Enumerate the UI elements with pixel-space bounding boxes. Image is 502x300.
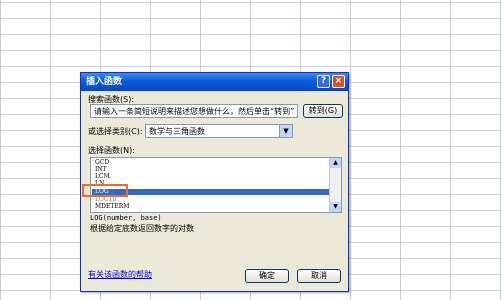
function-signature: LOG(number, base): [90, 214, 162, 222]
ok-button[interactable]: 确定: [245, 269, 289, 283]
help-link[interactable]: 有关该函数的帮助: [88, 269, 152, 280]
list-item[interactable]: MDETERM: [95, 203, 129, 210]
list-item[interactable]: LOG10: [95, 196, 116, 203]
search-input[interactable]: 请输入一条简短说明来描述您想做什么，然后单击“转到”: [90, 104, 298, 118]
go-button[interactable]: 转到(G): [303, 104, 343, 118]
insert-function-dialog: 插入函数 ? × 搜索函数(S): 请输入一条简短说明来描述您想做什么，然后单击…: [80, 72, 349, 292]
dialog-title: 插入函数: [86, 77, 123, 87]
function-description: 根据给定底数返回数字的对数: [90, 224, 194, 233]
category-select[interactable]: 数学与三角函数 ▼: [145, 124, 293, 138]
scroll-down-icon[interactable]: ▼: [330, 202, 341, 212]
scroll-up-icon[interactable]: ▲: [330, 158, 341, 168]
annotation-highlight-box: [82, 184, 128, 197]
category-value: 数学与三角函数: [149, 127, 205, 136]
cancel-button[interactable]: 取消: [297, 269, 341, 283]
scrollbar[interactable]: ▲ ▼: [329, 158, 341, 212]
dialog-titlebar: 插入函数 ? ×: [81, 73, 348, 91]
chevron-down-icon[interactable]: ▼: [279, 125, 292, 137]
list-item[interactable]: INT: [95, 166, 107, 173]
select-function-label: 选择函数(N):: [88, 146, 135, 155]
list-item[interactable]: GCD: [95, 159, 109, 166]
list-item[interactable]: LCM: [95, 173, 110, 180]
help-icon[interactable]: ?: [317, 75, 330, 88]
category-label: 或选择类别(C):: [88, 127, 143, 136]
close-icon[interactable]: ×: [332, 75, 345, 88]
